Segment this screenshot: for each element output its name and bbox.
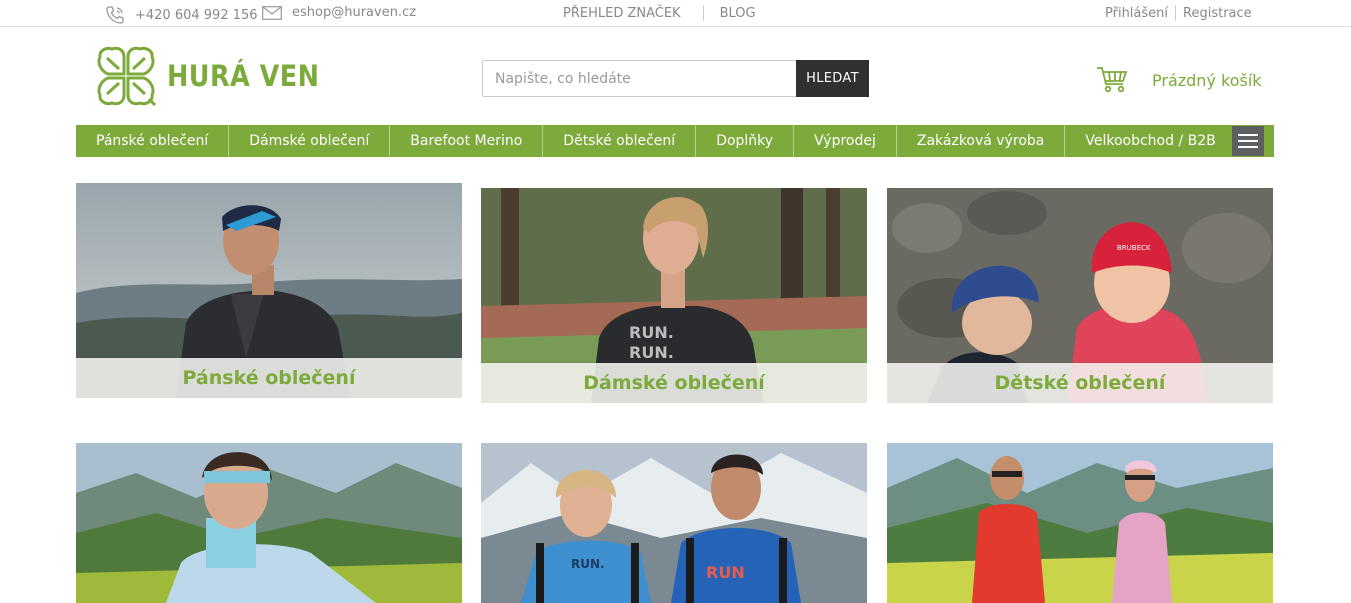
cart[interactable]: Prázdný košík (1096, 66, 1262, 94)
trail-runners-photo (887, 443, 1273, 603)
phone-number: +420 604 992 156 (135, 7, 258, 23)
category-label: Dětské oblečení (887, 363, 1273, 403)
nav-item-barefoot-merino[interactable]: Barefoot Merino (390, 125, 544, 157)
svg-text:RUN.: RUN. (629, 343, 674, 362)
search-button[interactable]: HLEDAT (796, 60, 869, 97)
email-address: eshop@huraven.cz (292, 5, 417, 20)
logo-text: HURÁ VEN (167, 59, 320, 93)
account-links: Přihlášení Registrace (1105, 5, 1252, 21)
top-links: PŘEHLED ZNAČEK BLOG (563, 5, 756, 21)
category-tile-womens[interactable]: RUN. RUN. Dámské oblečení (481, 188, 867, 403)
register-link[interactable]: Registrace (1183, 6, 1252, 21)
category-tile-kids[interactable]: BRUBECK Dětské oblečení (887, 188, 1273, 403)
nav-item-womens-clothing[interactable]: Dámské oblečení (229, 125, 391, 157)
site-logo[interactable]: HURÁ VEN (95, 45, 340, 107)
svg-text:RUN: RUN (706, 563, 745, 582)
shopping-cart-icon (1097, 67, 1128, 93)
phone-contact[interactable]: +420 604 992 156 (105, 5, 258, 25)
email-contact[interactable]: eshop@huraven.cz (262, 5, 416, 20)
category-label: Dámské oblečení (481, 363, 867, 403)
nav-item-wholesale[interactable]: Velkoobchod / B2B (1065, 125, 1235, 157)
nav-item-custom-production[interactable]: Zakázková výroba (897, 125, 1066, 157)
svg-text:RUN.: RUN. (629, 323, 674, 342)
login-link[interactable]: Přihlášení (1105, 6, 1168, 21)
hamburger-menu-icon[interactable] (1232, 126, 1264, 156)
clover-logo-icon (97, 46, 157, 107)
main-navigation: Pánské oblečení Dámské oblečení Barefoot… (76, 125, 1274, 157)
nav-item-accessories[interactable]: Doplňky (696, 125, 795, 157)
blog-link[interactable]: BLOG (720, 6, 756, 21)
divider (1175, 5, 1177, 21)
category-tile-mens[interactable]: Pánské oblečení (76, 183, 462, 398)
divider (702, 5, 704, 21)
search-form: HLEDAT (482, 60, 869, 97)
svg-text:BRUBECK: BRUBECK (1117, 244, 1151, 252)
brands-overview-link[interactable]: PŘEHLED ZNAČEK (563, 6, 681, 21)
cart-label: Prázdný košík (1152, 70, 1262, 90)
phone-icon (106, 6, 124, 24)
top-bar: +420 604 992 156 eshop@huraven.cz PŘEHLE… (0, 0, 1351, 27)
category-tile-4[interactable] (76, 443, 462, 603)
category-tile-5[interactable]: RUN. RUN (481, 443, 867, 603)
nav-item-kids-clothing[interactable]: Dětské oblečení (543, 125, 697, 157)
couple-runners-photo: RUN. RUN (481, 443, 867, 603)
nav-item-mens-clothing[interactable]: Pánské oblečení (76, 125, 230, 157)
category-tile-6[interactable] (887, 443, 1273, 603)
search-input[interactable] (482, 60, 796, 97)
envelope-icon (262, 5, 282, 20)
nav-item-sale[interactable]: Výprodej (794, 125, 897, 157)
headband-model-photo (76, 443, 462, 603)
category-label: Pánské oblečení (76, 358, 462, 398)
svg-text:RUN.: RUN. (571, 557, 605, 571)
